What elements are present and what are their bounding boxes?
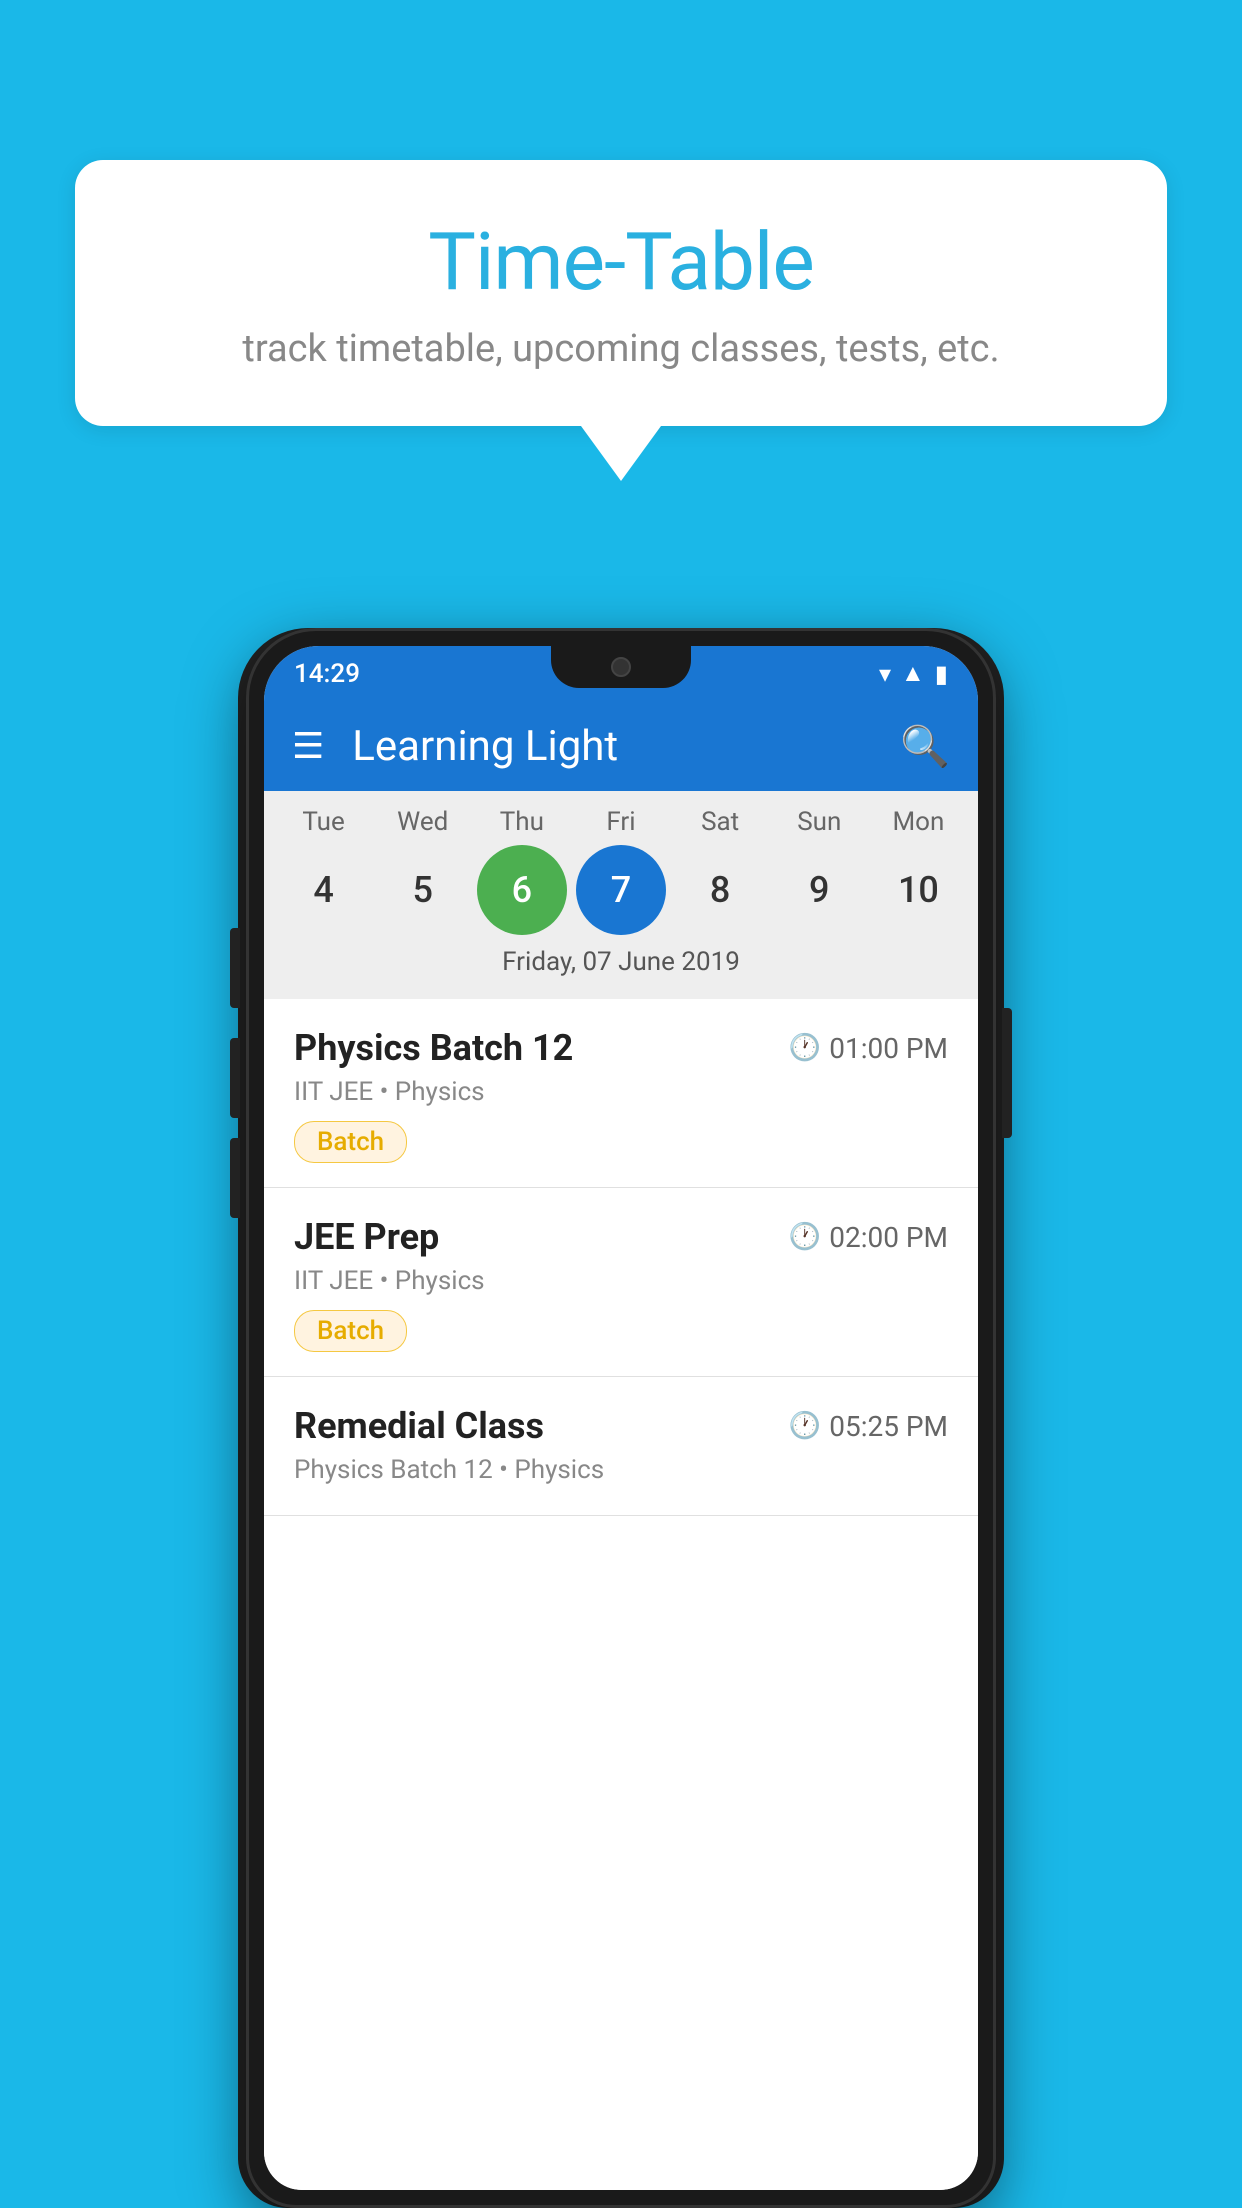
bubble-subtitle: track timetable, upcoming classes, tests… [135,327,1107,371]
batch-tag-2: Batch [294,1310,407,1352]
schedule-item-2[interactable]: JEE Prep 🕐 02:00 PM IIT JEE • Physics Ba… [264,1188,978,1377]
schedule-item-2-time: 🕐 02:00 PM [789,1221,948,1254]
dates-row[interactable]: 4 5 6 7 8 9 10 [264,845,978,935]
schedule-item-3[interactable]: Remedial Class 🕐 05:25 PM Physics Batch … [264,1377,978,1516]
app-bar-title: Learning Light [352,722,872,771]
schedule-item-1[interactable]: Physics Batch 12 🕐 01:00 PM IIT JEE • Ph… [264,999,978,1188]
app-bar: ☰ Learning Light 🔍 [264,701,978,791]
schedule-item-1-title: Physics Batch 12 [294,1027,573,1069]
schedule-list: Physics Batch 12 🕐 01:00 PM IIT JEE • Ph… [264,999,978,2190]
date-9[interactable]: 9 [774,845,864,935]
day-thu: Thu [477,807,567,837]
day-wed: Wed [378,807,468,837]
wifi-icon: ▾ [879,660,891,688]
schedule-item-3-subtitle: Physics Batch 12 • Physics [294,1455,948,1485]
clock-icon-1: 🕐 [789,1033,821,1063]
schedule-item-2-subtitle: IIT JEE • Physics [294,1266,948,1296]
phone-notch [551,646,691,688]
clock-icon-3: 🕐 [789,1411,821,1441]
signal-icon: ▲ [901,659,925,688]
batch-tag-1: Batch [294,1121,407,1163]
status-time: 14:29 [294,659,360,689]
schedule-item-3-time: 🕐 05:25 PM [789,1410,948,1443]
schedule-item-1-header: Physics Batch 12 🕐 01:00 PM [294,1027,948,1069]
date-7-selected[interactable]: 7 [576,845,666,935]
phone-frame: 14:29 ▾ ▲ ▮ ☰ Learning Light 🔍 Tue Wed T… [246,628,996,2208]
schedule-item-3-title: Remedial Class [294,1405,544,1447]
schedule-item-2-title: JEE Prep [294,1216,439,1258]
schedule-item-1-subtitle: IIT JEE • Physics [294,1077,948,1107]
date-4[interactable]: 4 [279,845,369,935]
date-6-today[interactable]: 6 [477,845,567,935]
day-sat: Sat [675,807,765,837]
schedule-item-2-time-value: 02:00 PM [829,1221,948,1254]
speech-bubble: Time-Table track timetable, upcoming cla… [75,160,1167,426]
selected-date-label: Friday, 07 June 2019 [264,947,978,989]
schedule-item-1-time: 🕐 01:00 PM [789,1032,948,1065]
date-10[interactable]: 10 [873,845,963,935]
screen-content: 14:29 ▾ ▲ ▮ ☰ Learning Light 🔍 Tue Wed T… [264,646,978,2190]
day-fri: Fri [576,807,666,837]
bubble-tail [581,426,661,481]
clock-icon-2: 🕐 [789,1222,821,1252]
hamburger-icon[interactable]: ☰ [292,725,324,767]
search-icon[interactable]: 🔍 [900,723,950,770]
calendar-strip: Tue Wed Thu Fri Sat Sun Mon 4 5 6 7 8 9 … [264,791,978,999]
camera [611,657,631,677]
date-5[interactable]: 5 [378,845,468,935]
phone-screen: 14:29 ▾ ▲ ▮ ☰ Learning Light 🔍 Tue Wed T… [264,646,978,2190]
speech-bubble-section: Time-Table track timetable, upcoming cla… [75,160,1167,481]
schedule-item-3-time-value: 05:25 PM [829,1410,948,1443]
schedule-item-2-header: JEE Prep 🕐 02:00 PM [294,1216,948,1258]
battery-icon: ▮ [935,660,948,688]
day-tue: Tue [279,807,369,837]
bubble-title: Time-Table [135,215,1107,309]
date-8[interactable]: 8 [675,845,765,935]
days-row: Tue Wed Thu Fri Sat Sun Mon [264,807,978,837]
status-icons: ▾ ▲ ▮ [879,659,948,688]
day-sun: Sun [774,807,864,837]
day-mon: Mon [873,807,963,837]
schedule-item-1-time-value: 01:00 PM [829,1032,948,1065]
schedule-item-3-header: Remedial Class 🕐 05:25 PM [294,1405,948,1447]
